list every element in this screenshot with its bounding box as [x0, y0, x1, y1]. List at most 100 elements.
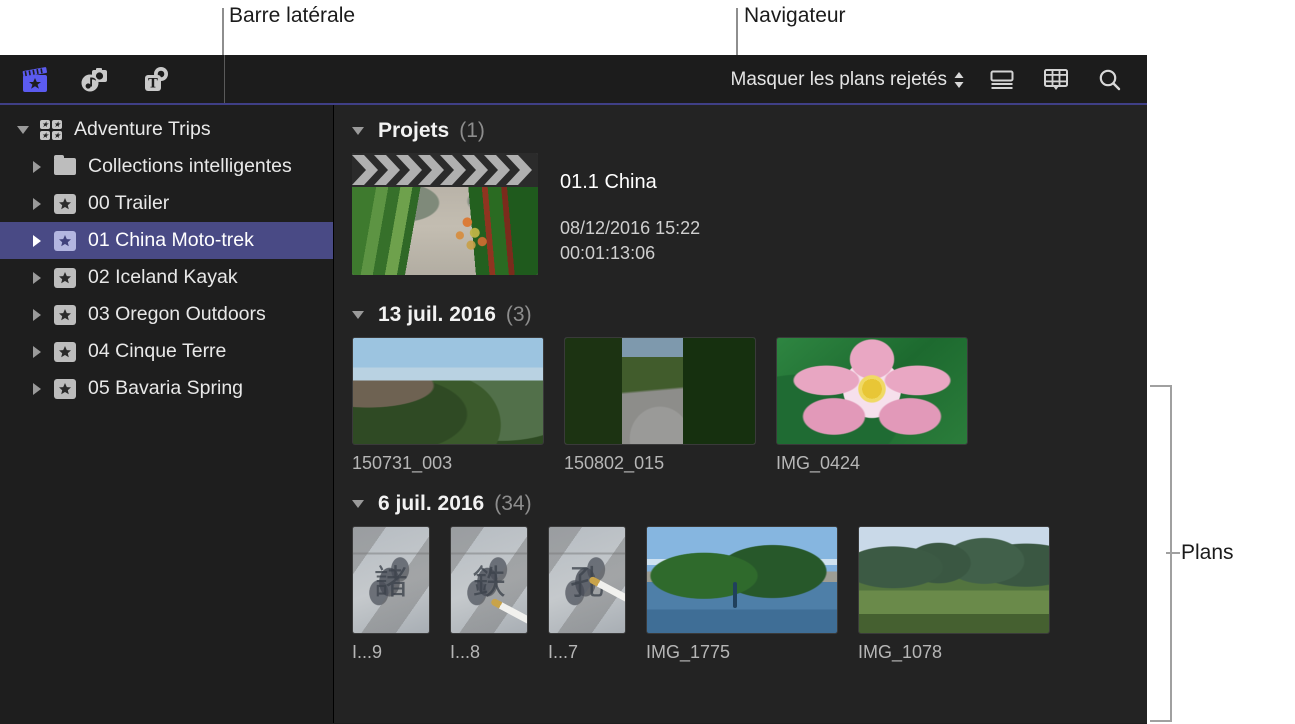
clip-item[interactable]: 150731_003	[352, 337, 544, 474]
hide-rejected-clips-popup[interactable]: Masquer les plans rejetés	[731, 69, 966, 91]
folder-icon	[50, 158, 80, 175]
clip-name: 150802_015	[564, 453, 756, 474]
browser-pane: Projets (1)	[334, 105, 1147, 723]
calligraphy-glyph: 鉄	[451, 555, 527, 604]
section-title: 6 juil. 2016	[378, 492, 484, 516]
disclosure-down-icon[interactable]	[352, 311, 364, 319]
sidebar-item-label: Adventure Trips	[74, 118, 211, 141]
library-grid-icon	[36, 120, 66, 140]
disclosure-right-icon[interactable]	[24, 272, 50, 284]
water-calligraphy-thumb[interactable]: 孔	[548, 526, 626, 634]
section-count: (1)	[459, 119, 485, 143]
great-wall-mountains-thumb[interactable]	[352, 337, 544, 445]
clip-name: IMG_1775	[646, 642, 838, 663]
project-name: 01.1 China	[560, 171, 700, 194]
calligraphy-glyph: 孔	[549, 555, 625, 604]
sidebar-item-05-bavaria-spring[interactable]: 05 Bavaria Spring	[0, 370, 333, 407]
sidebar-item-label: 01 China Moto-trek	[88, 229, 254, 252]
clip-name: IMG_0424	[776, 453, 968, 474]
clip-item[interactable]: 諸 I...9	[352, 526, 430, 663]
window-body: Adventure Trips Collections intelligente…	[0, 105, 1147, 723]
clip-name: I...7	[548, 642, 626, 663]
calligraphy-glyph: 諸	[353, 555, 429, 604]
clip-item[interactable]: IMG_1078	[858, 526, 1050, 663]
clip-grid-13-juil-2016: 150731_003 150802_015 IMG_0424	[352, 337, 1147, 474]
titles-generators-icon[interactable]: T	[138, 63, 172, 97]
vegetables-market-thumb[interactable]	[352, 153, 538, 275]
clip-item[interactable]: IMG_1775	[646, 526, 838, 663]
sidebar-item-02-iceland-kayak[interactable]: 02 Iceland Kayak	[0, 259, 333, 296]
toolbar-left-group: T	[0, 55, 225, 104]
event-star-icon	[50, 305, 80, 325]
sidebar-item-label: 02 Iceland Kayak	[88, 266, 238, 289]
sidebar-item-collections-intelligentes[interactable]: Collections intelligentes	[0, 148, 333, 185]
svg-text:T: T	[148, 76, 158, 91]
disclosure-right-icon[interactable]	[24, 198, 50, 210]
motorcycles-road-thumb[interactable]	[564, 337, 756, 445]
clip-name: I...8	[450, 642, 528, 663]
clip-name: I...9	[352, 642, 430, 663]
event-star-icon	[50, 231, 80, 251]
final-cut-pro-window: T Masquer les plans rejetés	[0, 55, 1147, 724]
disclosure-down-icon[interactable]	[10, 126, 36, 134]
clip-item[interactable]: 150802_015	[564, 337, 756, 474]
libraries-clapperboard-icon[interactable]	[18, 63, 52, 97]
disclosure-down-icon[interactable]	[352, 127, 364, 135]
section-header-13-juil-2016[interactable]: 13 juil. 2016 (3)	[352, 281, 1147, 337]
disclosure-right-icon[interactable]	[24, 346, 50, 358]
disclosure-right-icon[interactable]	[24, 161, 50, 173]
event-star-icon	[50, 342, 80, 362]
clip-name: 150731_003	[352, 453, 544, 474]
callout-label-browser: Navigateur	[744, 3, 846, 29]
event-star-icon	[50, 268, 80, 288]
karst-lake-reflection-thumb[interactable]	[646, 526, 838, 634]
sidebar: Adventure Trips Collections intelligente…	[0, 105, 334, 723]
disclosure-right-icon[interactable]	[24, 235, 50, 247]
sidebar-item-label: Collections intelligentes	[88, 155, 292, 178]
water-calligraphy-thumb[interactable]: 鉄	[450, 526, 528, 634]
list-view-icon[interactable]	[985, 63, 1019, 97]
sidebar-item-label: 00 Trailer	[88, 192, 169, 215]
clip-item[interactable]: 孔 I...7	[548, 526, 626, 663]
project-poster-image	[352, 187, 538, 275]
search-icon[interactable]	[1093, 63, 1127, 97]
callout-leader-sidebar	[222, 8, 224, 55]
sidebar-item-04-cinque-terre[interactable]: 04 Cinque Terre	[0, 333, 333, 370]
callout-label-sidebar: Barre latérale	[229, 3, 355, 29]
karst-valley-village-thumb[interactable]	[858, 526, 1050, 634]
project-metadata: 01.1 China 08/12/2016 15:22 00:01:13:06	[560, 153, 700, 266]
filmstrip-view-icon[interactable]	[1039, 63, 1073, 97]
event-star-icon	[50, 379, 80, 399]
sidebar-item-label: 04 Cinque Terre	[88, 340, 226, 363]
disclosure-down-icon[interactable]	[352, 500, 364, 508]
sidebar-item-adventure-trips[interactable]: Adventure Trips	[0, 111, 333, 148]
section-title: Projets	[378, 119, 449, 143]
clip-name: IMG_1078	[858, 642, 1050, 663]
section-title: 13 juil. 2016	[378, 303, 496, 327]
section-count: (3)	[506, 303, 532, 327]
photos-audio-icon[interactable]	[78, 63, 112, 97]
section-header-projets[interactable]: Projets (1)	[352, 105, 1147, 153]
sidebar-item-00-trailer[interactable]: 00 Trailer	[0, 185, 333, 222]
section-header-6-juil-2016[interactable]: 6 juil. 2016 (34)	[352, 474, 1147, 526]
callout-label-clips: Plans	[1181, 540, 1234, 566]
clip-item[interactable]: 鉄 I...8	[450, 526, 528, 663]
project-item[interactable]: 01.1 China 08/12/2016 15:22 00:01:13:06	[352, 153, 1147, 281]
sidebar-item-label: 03 Oregon Outdoors	[88, 303, 266, 326]
sidebar-item-label: 05 Bavaria Spring	[88, 377, 243, 400]
chevron-updown-icon	[953, 70, 965, 90]
section-count: (34)	[494, 492, 531, 516]
clip-grid-6-juil-2016: 諸 I...9 鉄 I...8 孔 I...7	[352, 526, 1147, 663]
toolbar-divider	[224, 55, 225, 105]
event-star-icon	[50, 194, 80, 214]
callout-bracket-tick-clips	[1166, 552, 1180, 554]
disclosure-right-icon[interactable]	[24, 309, 50, 321]
water-calligraphy-thumb[interactable]: 諸	[352, 526, 430, 634]
pink-lotus-flower-thumb[interactable]	[776, 337, 968, 445]
sidebar-item-01-china-moto-trek[interactable]: 01 China Moto-trek	[0, 222, 333, 259]
clip-item[interactable]: IMG_0424	[776, 337, 968, 474]
disclosure-right-icon[interactable]	[24, 383, 50, 395]
toolbar-right-group: Masquer les plans rejetés	[731, 55, 1148, 104]
callout-leader-browser	[736, 8, 738, 55]
sidebar-item-03-oregon-outdoors[interactable]: 03 Oregon Outdoors	[0, 296, 333, 333]
